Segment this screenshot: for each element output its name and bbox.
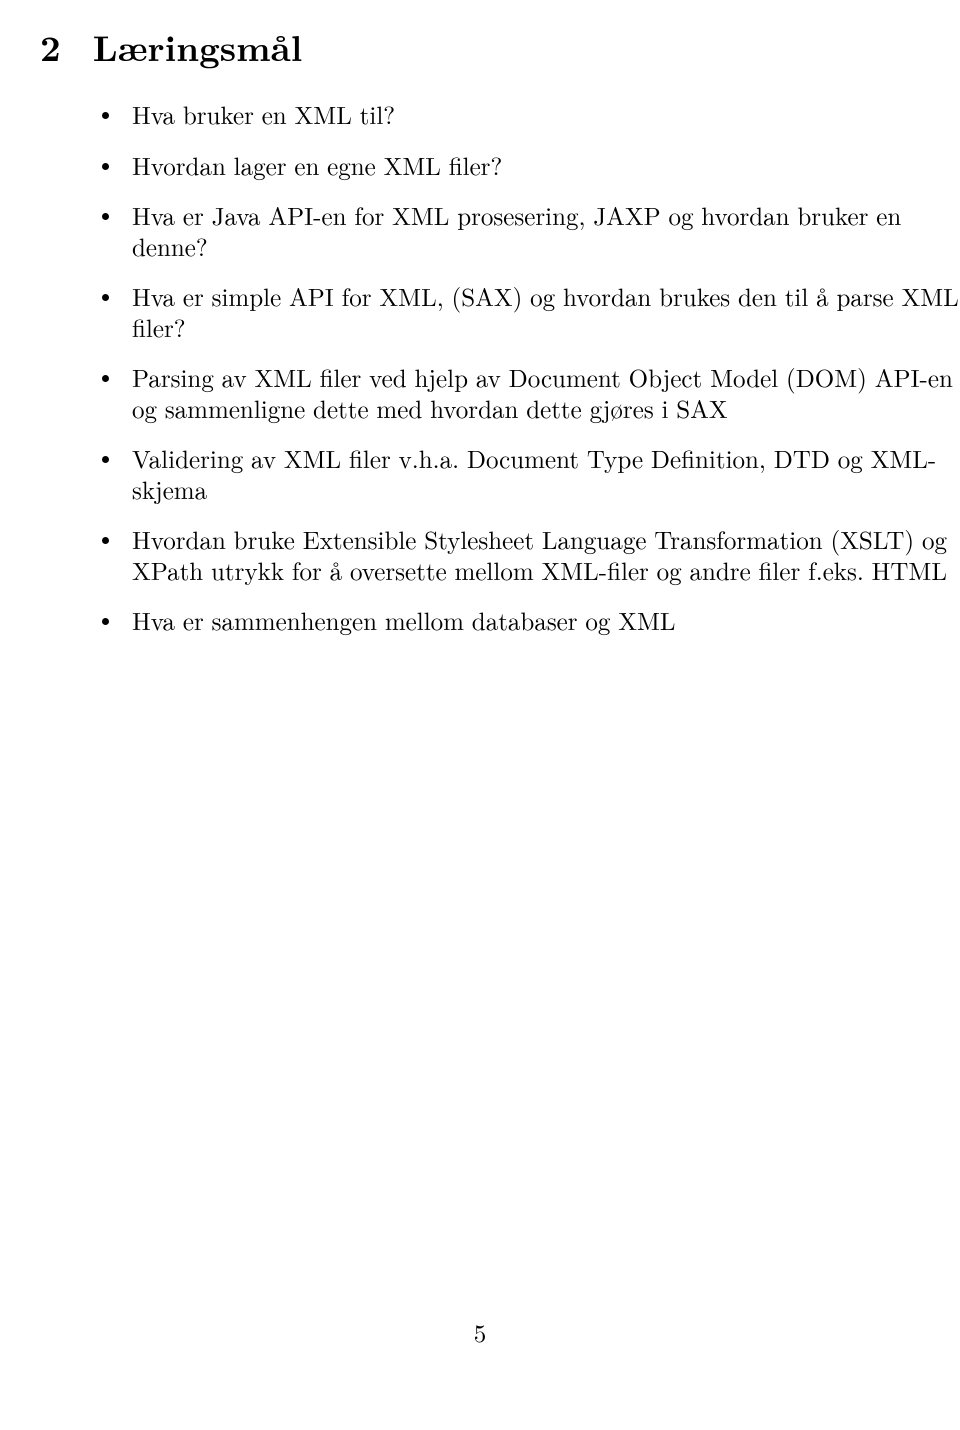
section-heading: 2 Læringsmål: [40, 20, 960, 72]
list-item: Validering av XML filer v.h.a. Document …: [102, 444, 960, 505]
page-number: 5: [0, 1315, 960, 1350]
list-item: Parsing av XML filer ved hjelp av Docume…: [102, 363, 960, 424]
list-item-text: Hva bruker en XML til?: [132, 97, 395, 132]
list-item-text: Validering av XML filer v.h.a. Document …: [132, 441, 936, 507]
list-item-text: Hva er sammenhengen mellom databaser og …: [132, 603, 676, 638]
list-item-text: Hva er Java API-en for XML prosesering, …: [132, 198, 901, 264]
page: 2 Læringsmål Hva bruker en XML til? Hvor…: [0, 0, 960, 1430]
list-item: Hva bruker en XML til?: [102, 100, 960, 131]
learning-objectives-list: Hva bruker en XML til? Hvordan lager en …: [40, 100, 960, 637]
list-item: Hvordan lager en egne XML filer?: [102, 151, 960, 182]
list-item-text: Hvordan lager en egne XML filer?: [132, 148, 502, 183]
list-item: Hva er sammenhengen mellom databaser og …: [102, 606, 960, 637]
list-item-text: Parsing av XML filer ved hjelp av Docume…: [132, 360, 953, 426]
section-number: 2: [40, 20, 61, 72]
list-item-text: Hva er simple API for XML, (SAX) og hvor…: [132, 279, 959, 345]
section-title: Læringsmål: [93, 20, 303, 72]
list-item: Hva er simple API for XML, (SAX) og hvor…: [102, 282, 960, 343]
list-item-text: Hvordan bruke Extensible Stylesheet Lang…: [132, 522, 947, 588]
list-item: Hvordan bruke Extensible Stylesheet Lang…: [102, 525, 960, 586]
list-item: Hva er Java API-en for XML prosesering, …: [102, 201, 960, 262]
